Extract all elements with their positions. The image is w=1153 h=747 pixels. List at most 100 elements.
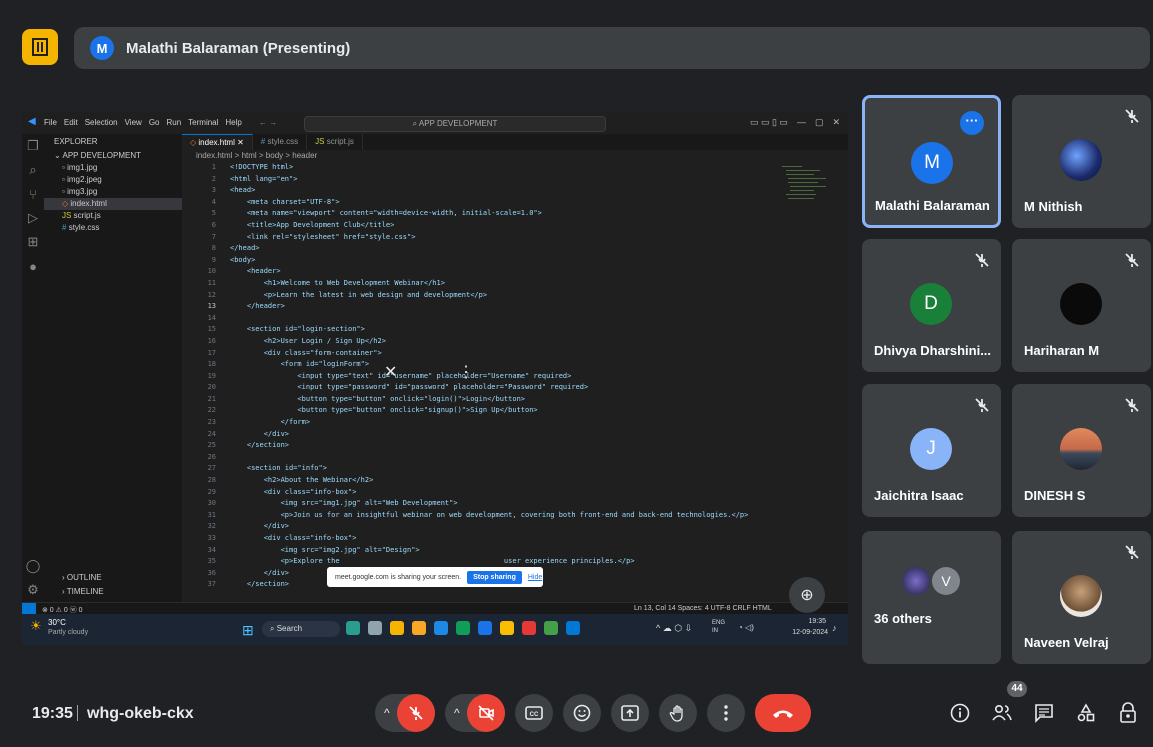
code-line[interactable]: 30 <img src="img1.jpg" alt="Web Developm… bbox=[182, 498, 848, 510]
mic-off-icon[interactable] bbox=[397, 694, 435, 732]
participant-tile[interactable]: M Nithish bbox=[1012, 95, 1151, 228]
hide-button[interactable]: Hide bbox=[528, 574, 542, 581]
code-line[interactable]: 9 <body> bbox=[182, 255, 848, 267]
code-line[interactable]: 11 <h1>Welcome to Web Development Webina… bbox=[182, 278, 848, 290]
edge-icon[interactable] bbox=[456, 621, 470, 635]
camera-off-icon[interactable] bbox=[467, 694, 505, 732]
mic-off-icon[interactable]: ✕ bbox=[384, 362, 397, 382]
code-line[interactable]: 34 <img src="img2.jpg" alt="Design"> bbox=[182, 545, 848, 557]
meeting-info-icon[interactable] bbox=[948, 701, 972, 725]
source-control-icon[interactable]: ⑂ bbox=[22, 182, 44, 206]
store-icon[interactable] bbox=[434, 621, 448, 635]
vscode-search[interactable]: ⌕ APP DEVELOPMENT bbox=[304, 116, 606, 132]
extensions-icon[interactable]: ⊞ bbox=[22, 230, 44, 254]
code-line[interactable]: 12 <p>Learn the latest in web design and… bbox=[182, 290, 848, 302]
chrome-icon[interactable] bbox=[500, 621, 514, 635]
zoom-in-icon[interactable]: ⊕ bbox=[789, 577, 825, 613]
chevron-up-icon[interactable]: ^ bbox=[384, 706, 390, 720]
code-line[interactable]: 13 </header> bbox=[182, 301, 848, 313]
activities-icon[interactable] bbox=[1074, 701, 1098, 725]
code-line[interactable]: 4 <meta charset="UTF-8"> bbox=[182, 197, 848, 209]
participant-tile[interactable]: DINESH S bbox=[1012, 384, 1151, 517]
search-icon[interactable]: ⌕ bbox=[22, 158, 44, 182]
code-line[interactable]: 21 <button type="button" onclick="login(… bbox=[182, 394, 848, 406]
language-indicator[interactable]: ENG IN bbox=[712, 619, 725, 635]
minimap[interactable] bbox=[782, 164, 828, 224]
code-line[interactable]: 32 </div> bbox=[182, 521, 848, 533]
code-line[interactable]: 27 <section id="info"> bbox=[182, 463, 848, 475]
emoji-icon[interactable] bbox=[563, 694, 601, 732]
settings-gear-icon[interactable]: ⚙ bbox=[22, 578, 44, 602]
code-line[interactable]: 28 <h2>About the Webinar</h2> bbox=[182, 475, 848, 487]
code-line[interactable]: 10 <header> bbox=[182, 266, 848, 278]
code-line[interactable]: 2 <html lang="en"> bbox=[182, 174, 848, 186]
host-controls-icon[interactable] bbox=[1116, 701, 1140, 725]
account-icon[interactable]: ◯ bbox=[22, 554, 44, 578]
code-line[interactable]: 19 <input type="text" id="username" plac… bbox=[182, 371, 848, 383]
code-line[interactable]: 16 <h2>User Login / Sign Up</h2> bbox=[182, 336, 848, 348]
app-icon[interactable] bbox=[390, 621, 404, 635]
run-debug-icon[interactable]: ▷ bbox=[22, 206, 44, 230]
menu-edit[interactable]: Edit bbox=[64, 118, 78, 127]
code-line[interactable]: 6 <title>App Development Club</title> bbox=[182, 220, 848, 232]
nav-arrows-icon[interactable]: ← → bbox=[259, 118, 277, 127]
more-options-icon[interactable]: ⋮ bbox=[458, 362, 474, 382]
captions-icon[interactable]: CC bbox=[515, 694, 553, 732]
code-line[interactable]: 18 <form id="loginForm"> bbox=[182, 359, 848, 371]
tab-script-js[interactable]: JS script.js bbox=[307, 134, 363, 150]
people-icon[interactable] bbox=[990, 701, 1014, 725]
taskbar-search[interactable]: ⌕ Search bbox=[262, 621, 340, 637]
participant-tile[interactable]: Naveen Velraj bbox=[1012, 531, 1151, 664]
participant-tile[interactable]: V 36 others bbox=[862, 531, 1001, 664]
notification-icon[interactable]: ♪ bbox=[832, 623, 837, 633]
present-screen-icon[interactable] bbox=[611, 694, 649, 732]
code-line[interactable]: 7 <link rel="stylesheet" href="style.css… bbox=[182, 232, 848, 244]
file-item[interactable]: ▫ img2.jpeg bbox=[44, 174, 182, 186]
code-line[interactable]: 31 <p>Join us for an insightful webinar … bbox=[182, 510, 848, 522]
timeline-section[interactable]: › TIMELINE bbox=[44, 586, 104, 598]
raise-hand-icon[interactable] bbox=[659, 694, 697, 732]
tray-icons[interactable]: ^ ☁ ⬡ ⇩ bbox=[656, 623, 692, 634]
app-icon[interactable] bbox=[522, 621, 536, 635]
participant-tile[interactable]: J Jaichitra Isaac bbox=[862, 384, 1001, 517]
participant-tile[interactable]: Hariharan M bbox=[1012, 239, 1151, 372]
menu-file[interactable]: File bbox=[44, 118, 57, 127]
menu-terminal[interactable]: Terminal bbox=[188, 118, 218, 127]
file-item[interactable]: ▫ img3.jpg bbox=[44, 186, 182, 198]
file-item[interactable]: JS script.js bbox=[44, 210, 182, 222]
whatsapp-icon[interactable] bbox=[544, 621, 558, 635]
folder-icon[interactable] bbox=[412, 621, 426, 635]
tab-style-css[interactable]: # style.css bbox=[253, 134, 308, 150]
breadcrumb[interactable]: index.html > html > body > header bbox=[182, 150, 848, 162]
menu-run[interactable]: Run bbox=[166, 118, 181, 127]
file-item[interactable]: ◇ index.html bbox=[44, 198, 182, 210]
tab-index-html[interactable]: ◇ index.html ✕ bbox=[182, 134, 253, 150]
code-line[interactable]: 20 <input type="password" id="password" … bbox=[182, 382, 848, 394]
vscode-icon[interactable] bbox=[566, 621, 580, 635]
stop-sharing-button[interactable]: Stop sharing bbox=[467, 570, 522, 584]
menu-view[interactable]: View bbox=[125, 118, 142, 127]
code-line[interactable]: 8 </head> bbox=[182, 243, 848, 255]
code-line[interactable]: 15 <section id="login-section"> bbox=[182, 324, 848, 336]
code-line[interactable]: 3 <head> bbox=[182, 185, 848, 197]
file-item[interactable]: # style.css bbox=[44, 222, 182, 234]
leave-call-icon[interactable] bbox=[755, 694, 811, 732]
code-line[interactable]: 29 <div class="info-box"> bbox=[182, 487, 848, 499]
cursor-status[interactable]: Ln 13, Col 14 Spaces: 4 UTF-8 CRLF HTML bbox=[634, 605, 772, 612]
outline-section[interactable]: › OUTLINE bbox=[44, 572, 102, 584]
folder-app-development[interactable]: ⌄ APP DEVELOPMENT bbox=[44, 150, 182, 162]
app-icon[interactable] bbox=[478, 621, 492, 635]
participant-tile[interactable]: ··· M Malathi Balaraman bbox=[862, 95, 1001, 228]
code-line[interactable]: 33 <div class="info-box"> bbox=[182, 533, 848, 545]
code-line[interactable]: 14 bbox=[182, 313, 848, 325]
app-icon[interactable] bbox=[346, 621, 360, 635]
code-line[interactable]: 23 </form> bbox=[182, 417, 848, 429]
code-line[interactable]: 5 <meta name="viewport" content="width=d… bbox=[182, 208, 848, 220]
code-line[interactable]: 22 <button type="button" onclick="signup… bbox=[182, 405, 848, 417]
menu-help[interactable]: Help bbox=[225, 118, 241, 127]
code-lines[interactable]: 1 <!DOCTYPE html> 2 <html lang="en"> 3 <head>… bbox=[182, 162, 848, 591]
file-item[interactable]: ▫ img1.jpg bbox=[44, 162, 182, 174]
code-line[interactable]: 24 </div> bbox=[182, 429, 848, 441]
participant-tile[interactable]: D Dhivya Dharshini... bbox=[862, 239, 1001, 372]
chat-icon[interactable] bbox=[1032, 701, 1056, 725]
